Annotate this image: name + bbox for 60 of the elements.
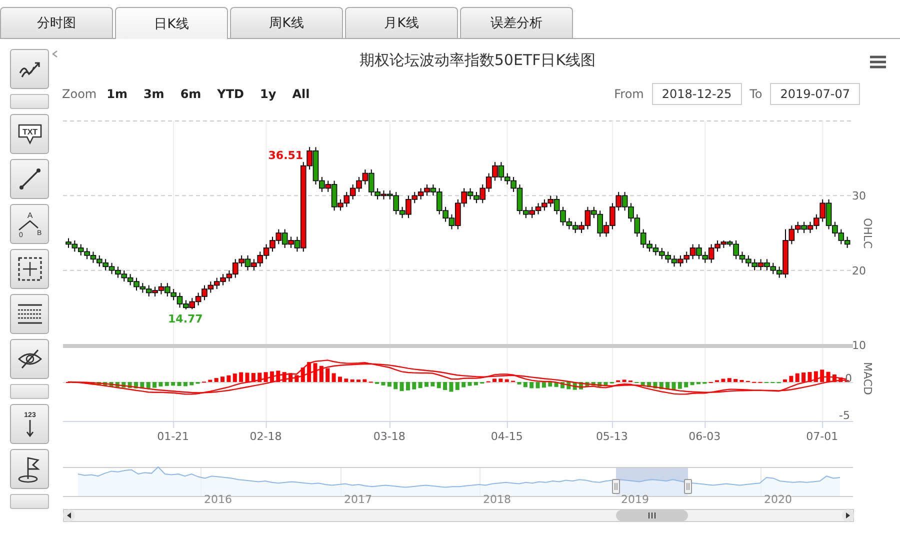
date-label: 06-03: [688, 430, 721, 443]
chart-title: 期权论坛波动率指数50ETF日K线图: [359, 50, 596, 70]
from-date-field[interactable]: 2018-12-25: [652, 83, 742, 105]
zoom-button[interactable]: 6m: [180, 87, 202, 101]
zoom-button[interactable]: All: [292, 87, 310, 101]
navigator-handle[interactable]: [612, 479, 620, 494]
from-label: From: [614, 87, 644, 101]
trend-tool-button[interactable]: [10, 49, 49, 89]
text-bubble-icon: TXT: [16, 123, 42, 145]
year-label: 2020: [764, 493, 792, 506]
zoom-button[interactable]: YTD: [217, 87, 244, 101]
date-label: 07-01: [806, 430, 838, 443]
scrollbar-track[interactable]: [63, 509, 854, 522]
tab[interactable]: 月K线: [345, 7, 458, 38]
grid-tool-button[interactable]: [10, 294, 49, 334]
zoom-button[interactable]: 1y: [260, 87, 276, 101]
tab[interactable]: 分时图: [0, 7, 113, 38]
measure-tool-button[interactable]: [10, 249, 49, 289]
text-tool-button[interactable]: TXT: [10, 114, 49, 154]
scrollbar-thumb[interactable]: [616, 510, 688, 521]
year-label: 2018: [483, 493, 511, 506]
date-label: 02-18: [250, 430, 282, 443]
trend-lines-icon: [18, 59, 42, 79]
axis-title: OHLC: [861, 218, 874, 249]
move-icon: [16, 256, 42, 282]
year-label: 2019: [621, 493, 649, 506]
navigator-handle[interactable]: [684, 479, 692, 494]
year-label: 2016: [204, 493, 232, 506]
to-label: To: [750, 87, 762, 101]
zoom-button[interactable]: 1m: [106, 87, 128, 101]
tab[interactable]: 误差分析: [460, 7, 573, 38]
menu-icon[interactable]: [869, 55, 887, 69]
date-label: 01-21: [157, 430, 190, 443]
horizontal-lines-icon: [16, 303, 42, 325]
zoom-button[interactable]: 3m: [143, 87, 164, 101]
line-icon: [18, 167, 42, 191]
eye-slash-icon: [16, 348, 42, 370]
line-tool-button[interactable]: [10, 159, 49, 199]
scroll-left-button[interactable]: [63, 510, 75, 522]
date-label: 03-18: [373, 430, 406, 443]
date-label: 04-15: [490, 430, 523, 443]
axis-title: MACD: [861, 362, 874, 395]
year-label: 2017: [344, 493, 372, 506]
flag-tool-button[interactable]: [10, 449, 49, 489]
zoom-label: Zoom: [62, 87, 97, 101]
axis-tick-label: -5: [839, 409, 850, 422]
collapse-icon[interactable]: [52, 50, 58, 58]
date-label: 05-13: [596, 430, 628, 443]
price-annotation: 14.77: [168, 312, 203, 326]
axis-tick-label: 10: [852, 339, 866, 352]
tab[interactable]: 日K线: [115, 7, 228, 39]
tab[interactable]: 周K线: [230, 7, 343, 38]
price-annotation: 36.51: [268, 149, 304, 162]
axis-tick-label: 30: [852, 190, 866, 203]
hide-button[interactable]: [10, 339, 49, 379]
axis-tick-label: 0: [845, 372, 852, 385]
axis-tick-label: 20: [852, 264, 866, 278]
scroll-right-button[interactable]: [842, 510, 854, 522]
to-date-field[interactable]: 2019-07-07: [770, 83, 860, 105]
flag-icon: [16, 455, 42, 483]
